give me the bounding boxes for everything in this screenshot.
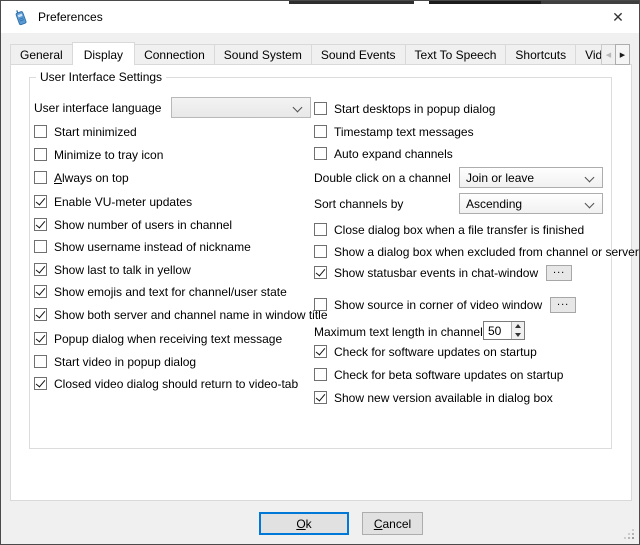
checkbox-row-statusbar-events[interactable]: Show statusbar events in chat-window ... (314, 264, 572, 281)
sort-channels-label-row: Sort channels by (314, 195, 403, 212)
checkbox-row-check-updates[interactable]: Check for software updates on startup (314, 343, 537, 360)
tab-video[interactable]: Video (575, 44, 601, 65)
checkbox-row-last-to-talk[interactable]: Show last to talk in yellow (34, 261, 191, 278)
checkbox-row-start-desktops[interactable]: Start desktops in popup dialog (314, 100, 495, 117)
show-username-checkbox[interactable] (34, 240, 47, 253)
checkbox-row-vu-meter[interactable]: Enable VU-meter updates (34, 193, 192, 210)
max-text-length-label-row: Maximum text length in channel list (314, 323, 501, 340)
check-updates-checkbox[interactable] (314, 345, 327, 358)
tab-scroll-buttons: ◀ ▶ (602, 44, 630, 65)
close-button[interactable]: ✕ (603, 4, 633, 30)
tab-connection[interactable]: Connection (134, 44, 215, 65)
vu-meter-checkbox[interactable] (34, 195, 47, 208)
spin-buttons (511, 322, 524, 339)
excluded-dialog-checkbox[interactable] (314, 245, 327, 258)
resize-grip[interactable] (632, 537, 634, 539)
checkbox-row-video-source-corner[interactable]: Show source in corner of video window ..… (314, 296, 576, 313)
app-icon (12, 9, 29, 26)
checkbox-row-close-on-transfer[interactable]: Close dialog box when a file transfer is… (314, 221, 584, 238)
language-combobox[interactable] (171, 97, 311, 118)
checkbox-row-video-popup[interactable]: Start video in popup dialog (34, 353, 196, 370)
show-emojis-checkbox[interactable] (34, 285, 47, 298)
tab-display[interactable]: Display (72, 42, 135, 65)
double-click-label: Double click on a channel (314, 171, 451, 185)
chevron-down-icon (293, 103, 303, 113)
start-desktops-checkbox[interactable] (314, 102, 327, 115)
double-click-value: Join or leave (466, 171, 534, 185)
checkbox-row-excluded-dialog[interactable]: Show a dialog box when excluded from cha… (314, 243, 639, 260)
tab-general[interactable]: General (10, 44, 73, 65)
chevron-down-icon (585, 199, 595, 209)
checkbox-row-show-user-count[interactable]: Show number of users in channel (34, 216, 232, 233)
tab-text-to-speech[interactable]: Text To Speech (405, 44, 507, 65)
statusbar-events-checkbox[interactable] (314, 266, 327, 279)
background-window-artifact (429, 1, 541, 4)
minimize-to-tray-checkbox[interactable] (34, 148, 47, 161)
checkbox-row-server-channel-title[interactable]: Show both server and channel name in win… (34, 306, 328, 323)
checkbox-row-start-minimized[interactable]: Start minimized (34, 123, 137, 140)
start-minimized-checkbox[interactable] (34, 125, 47, 138)
always-on-top-checkbox[interactable] (34, 171, 47, 184)
max-text-length-value: 50 (484, 322, 511, 339)
closed-video-return-checkbox[interactable] (34, 377, 47, 390)
tab-scroll-right-button[interactable]: ▶ (615, 44, 630, 65)
sort-channels-combobox[interactable]: Ascending (459, 193, 603, 214)
cancel-button[interactable]: Cancel (362, 512, 423, 535)
video-popup-checkbox[interactable] (34, 355, 47, 368)
checkbox-row-show-emojis[interactable]: Show emojis and text for channel/user st… (34, 283, 287, 300)
language-label: User interface language (34, 101, 161, 115)
language-row: User interface language (34, 99, 161, 116)
double-click-combobox[interactable]: Join or leave (459, 167, 603, 188)
statusbar-events-options-button[interactable]: ... (546, 265, 572, 281)
show-user-count-checkbox[interactable] (34, 218, 47, 231)
video-source-corner-checkbox[interactable] (314, 298, 327, 311)
last-to-talk-checkbox[interactable] (34, 263, 47, 276)
max-text-length-label: Maximum text length in channel list (314, 325, 501, 339)
checkbox-row-closed-video-return[interactable]: Closed video dialog should return to vid… (34, 375, 298, 392)
close-on-transfer-checkbox[interactable] (314, 223, 327, 236)
preferences-dialog: Preferences ✕ General Display Connection… (0, 0, 640, 545)
timestamp-checkbox[interactable] (314, 125, 327, 138)
spin-up-icon[interactable] (512, 322, 524, 331)
max-text-length-spinbox[interactable]: 50 (483, 321, 525, 340)
tab-bar: General Display Connection Sound System … (10, 42, 601, 65)
background-window-artifact (541, 1, 640, 4)
spin-down-icon[interactable] (512, 331, 524, 340)
ok-button[interactable]: Ok (259, 512, 349, 535)
group-title: User Interface Settings (36, 70, 166, 84)
sort-channels-label: Sort channels by (314, 197, 403, 211)
auto-expand-checkbox[interactable] (314, 147, 327, 160)
title-bar: Preferences ✕ (1, 1, 639, 33)
double-click-label-row: Double click on a channel (314, 169, 451, 186)
tab-sound-events[interactable]: Sound Events (311, 44, 406, 65)
new-version-dialog-checkbox[interactable] (314, 391, 327, 404)
tab-scroll-left-button[interactable]: ◀ (601, 44, 616, 65)
window-title: Preferences (38, 10, 103, 24)
tab-shortcuts[interactable]: Shortcuts (505, 44, 576, 65)
checkbox-row-minimize-to-tray[interactable]: Minimize to tray icon (34, 146, 163, 163)
checkbox-row-timestamp[interactable]: Timestamp text messages (314, 123, 474, 140)
checkbox-row-new-version-dialog[interactable]: Show new version available in dialog box (314, 389, 553, 406)
server-channel-title-checkbox[interactable] (34, 308, 47, 321)
background-window-artifact (289, 1, 414, 4)
check-beta-updates-checkbox[interactable] (314, 368, 327, 381)
checkbox-row-popup-text-message[interactable]: Popup dialog when receiving text message (34, 330, 282, 347)
checkbox-row-always-on-top[interactable]: Always on top (34, 169, 129, 186)
video-source-options-button[interactable]: ... (550, 297, 576, 313)
popup-text-message-checkbox[interactable] (34, 332, 47, 345)
chevron-down-icon (585, 173, 595, 183)
tab-sound-system[interactable]: Sound System (214, 44, 312, 65)
checkbox-row-auto-expand[interactable]: Auto expand channels (314, 145, 453, 162)
sort-channels-value: Ascending (466, 197, 522, 211)
checkbox-row-show-username[interactable]: Show username instead of nickname (34, 238, 251, 255)
checkbox-row-check-beta-updates[interactable]: Check for beta software updates on start… (314, 366, 563, 383)
